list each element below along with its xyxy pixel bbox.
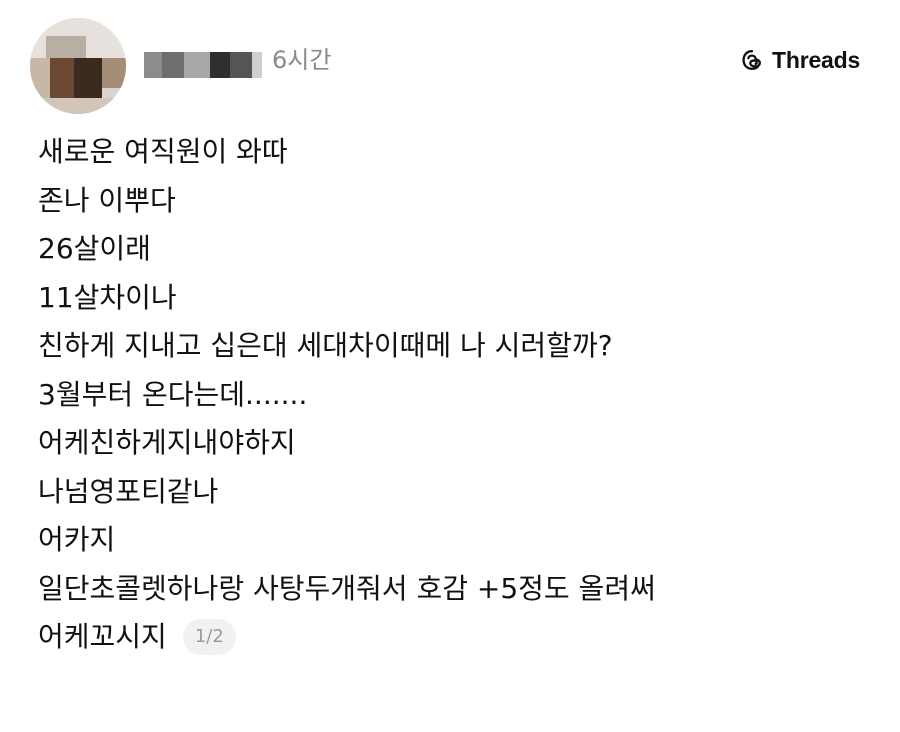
username-blur-block: [162, 52, 184, 78]
post-line: 새로운 여직원이 와따: [38, 135, 288, 168]
post-body: 새로운 여직원이 와따 존나 이뿌다 26살이래 11살차이나 친하게 지내고 …: [38, 128, 878, 662]
post-line: 존나 이뿌다: [38, 183, 176, 217]
post-line: 어케꼬시지: [38, 620, 167, 653]
threads-brand: Threads: [740, 44, 860, 76]
avatar-blur-block: [30, 98, 126, 114]
post-line: 3월부터 온다는데.......: [38, 377, 308, 411]
threads-wordmark: Threads: [772, 46, 861, 73]
post-line: 친하게 지내고 십은대 세대차이때메 나 시러할까?: [38, 329, 613, 362]
post-line: 26살이래: [38, 232, 151, 265]
username-redacted[interactable]: [144, 52, 274, 78]
username-blur-block: [252, 52, 262, 78]
avatar-blur-block: [30, 58, 50, 102]
avatar-blur-block: [74, 58, 102, 102]
post-line: 일단초콜렛하나랑 사탕두개줘서 호감 +5정도 올려써: [38, 571, 656, 605]
post-header: 6시간 Threads: [0, 0, 900, 120]
avatar[interactable]: [30, 18, 126, 114]
threads-logo-icon: [740, 48, 764, 72]
post-line: 어케친하게지내야하지: [38, 426, 296, 459]
post-time: 6시간: [272, 46, 332, 74]
avatar-blur-block: [102, 58, 126, 88]
post-line: 11살차이나: [38, 280, 177, 314]
post-line: 어카지: [38, 523, 116, 556]
avatar-blur-block: [50, 58, 74, 98]
post-last-row: 어케꼬시지 1/2: [38, 613, 878, 662]
username-blur-block: [230, 52, 252, 78]
page-indicator[interactable]: 1/2: [182, 619, 236, 656]
avatar-blur-block: [46, 36, 86, 58]
post-line: 나넘영포티같나: [38, 474, 219, 508]
username-blur-block: [144, 52, 162, 78]
username-blur-block: [184, 52, 210, 78]
username-blur-block: [210, 52, 230, 78]
